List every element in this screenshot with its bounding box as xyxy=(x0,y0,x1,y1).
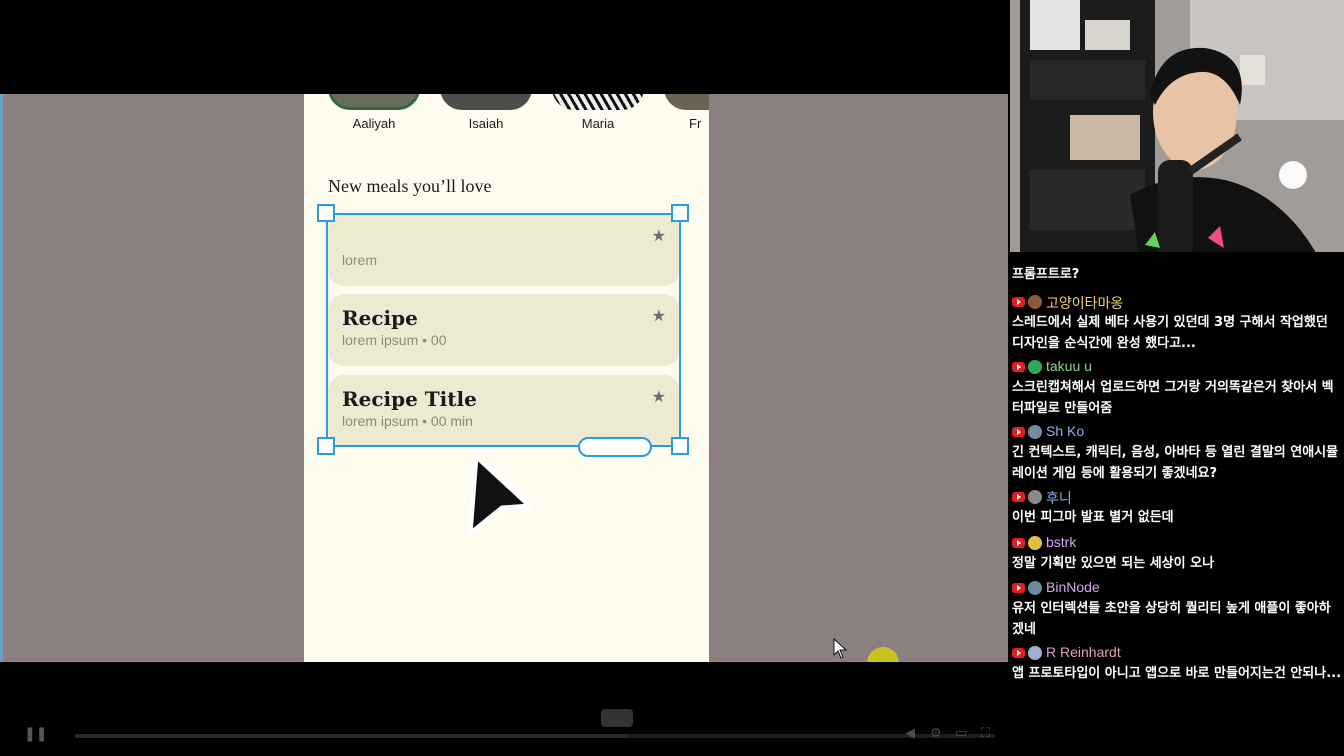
player-controls: ❚❚ ◀ ⚙ ▭ ⛶ xyxy=(0,662,1008,756)
center-badge xyxy=(601,709,633,727)
chat-message: Sh Ko 긴 컨텍스트, 캐릭터, 음성, 아바타 등 열린 결말의 연애시뮬… xyxy=(1012,422,1342,484)
chat-username[interactable]: R Reinhardt xyxy=(1046,644,1121,660)
chat-message: R Reinhardt 앱 프로토타입이 아니고 앱으로 바로 만들어지는건 안… xyxy=(1012,643,1342,684)
chat-message: BinNode 유저 인터렉션들 초안을 상당히 퀄리티 높게 애플이 좋아하겠… xyxy=(1012,578,1342,640)
contact-avatar[interactable] xyxy=(552,94,644,110)
contact-name: Isaiah xyxy=(468,116,504,131)
avatar xyxy=(1028,536,1042,550)
contact-avatar[interactable] xyxy=(440,94,532,110)
chat-message-partial: 프롬프트로? xyxy=(1012,264,1342,285)
contact-name: Fr xyxy=(689,116,702,131)
contact-name: Aaliyah xyxy=(352,116,396,131)
screen: Aaliyah Isaiah Maria Fr New meals you’ll… xyxy=(0,0,1344,756)
chat-message-text: 스레드에서 실제 베타 사용기 있던데 3명 구해서 작업했던 디자인을 순식간… xyxy=(1012,315,1328,351)
picture-in-picture-icon[interactable]: ▭ xyxy=(955,726,973,742)
avatar xyxy=(1028,490,1042,504)
youtube-icon xyxy=(1012,427,1025,437)
youtube-icon xyxy=(1012,583,1025,593)
contact-avatar[interactable] xyxy=(328,94,420,110)
chat-message: 고양이타마옹 스레드에서 실제 베타 사용기 있던데 3명 구해서 작업했던 디… xyxy=(1012,292,1342,354)
canvas-edge xyxy=(0,94,3,662)
chat-message: 후니 이번 피그마 발표 별거 없든데 xyxy=(1012,487,1342,528)
youtube-icon xyxy=(1012,648,1025,658)
resize-handle-bottom-left[interactable] xyxy=(317,437,335,455)
volume-icon[interactable]: ◀ xyxy=(905,726,923,742)
live-chat: 프롬프트로? 고양이타마옹 스레드에서 실제 베타 사용기 있던데 3명 구해서… xyxy=(1008,252,1344,756)
youtube-icon xyxy=(1012,492,1025,502)
youtube-icon xyxy=(1012,297,1025,307)
chat-message-text: 유저 인터렉션들 초안을 상당히 퀄리티 높게 애플이 좋아하겠네 xyxy=(1012,601,1331,637)
avatar xyxy=(1028,360,1042,374)
selection-box[interactable] xyxy=(326,213,681,447)
chat-username[interactable]: takuu u xyxy=(1046,358,1092,374)
resize-handle-top-left[interactable] xyxy=(317,204,335,222)
mouse-pointer-icon xyxy=(833,638,848,659)
chat-message-text: 프롬프트로? xyxy=(1012,267,1080,282)
fullscreen-icon[interactable]: ⛶ xyxy=(981,726,999,742)
avatar xyxy=(1028,295,1042,309)
settings-icon[interactable]: ⚙ xyxy=(930,726,948,742)
video-player[interactable]: Aaliyah Isaiah Maria Fr New meals you’ll… xyxy=(0,0,1008,679)
avatar xyxy=(1028,646,1042,660)
chat-username[interactable]: Sh Ko xyxy=(1046,423,1084,439)
section-title: New meals you’ll love xyxy=(328,176,492,196)
contact-name: Maria xyxy=(581,116,615,131)
chat-username[interactable]: BinNode xyxy=(1046,579,1100,595)
chat-message-text: 정말 기획만 있으면 되는 세상이 오나 xyxy=(1012,556,1215,571)
chat-message-text: 이번 피그마 발표 별거 없든데 xyxy=(1012,510,1174,525)
avatar xyxy=(1028,581,1042,595)
youtube-icon xyxy=(1012,538,1025,548)
contact-avatar[interactable] xyxy=(664,94,709,110)
chat-message-text: 앱 프로토타입이 아니고 앱으로 바로 만들어지는건 안되나... xyxy=(1012,666,1342,681)
progress-bar[interactable] xyxy=(75,734,995,738)
youtube-icon xyxy=(1012,362,1025,372)
selection-size-label[interactable] xyxy=(578,437,652,457)
resize-handle-top-right[interactable] xyxy=(671,204,689,222)
chat-message-text: 스크린캡쳐해서 업로드하면 그거랑 거의똑같은거 찾아서 벡터파일로 만들어줌 xyxy=(1012,380,1334,416)
resize-handle-bottom-right[interactable] xyxy=(671,437,689,455)
avatar xyxy=(1028,425,1042,439)
chat-username[interactable]: bstrk xyxy=(1046,534,1076,550)
chat-message-text: 긴 컨텍스트, 캐릭터, 음성, 아바타 등 열린 결말의 연애시뮬레이션 게임… xyxy=(1012,445,1339,481)
webcam-feed xyxy=(1010,0,1344,260)
pause-icon[interactable]: ❚❚ xyxy=(24,726,47,742)
arrow-cursor-icon xyxy=(467,453,533,537)
chat-message: takuu u 스크린캡쳐해서 업로드하면 그거랑 거의똑같은거 찾아서 벡터파… xyxy=(1012,357,1342,419)
chat-message: bstrk 정말 기획만 있으면 되는 세상이 오나 xyxy=(1012,533,1342,574)
chat-username[interactable]: 고양이타마옹 xyxy=(1046,293,1123,313)
chat-username[interactable]: 후니 xyxy=(1046,488,1072,508)
